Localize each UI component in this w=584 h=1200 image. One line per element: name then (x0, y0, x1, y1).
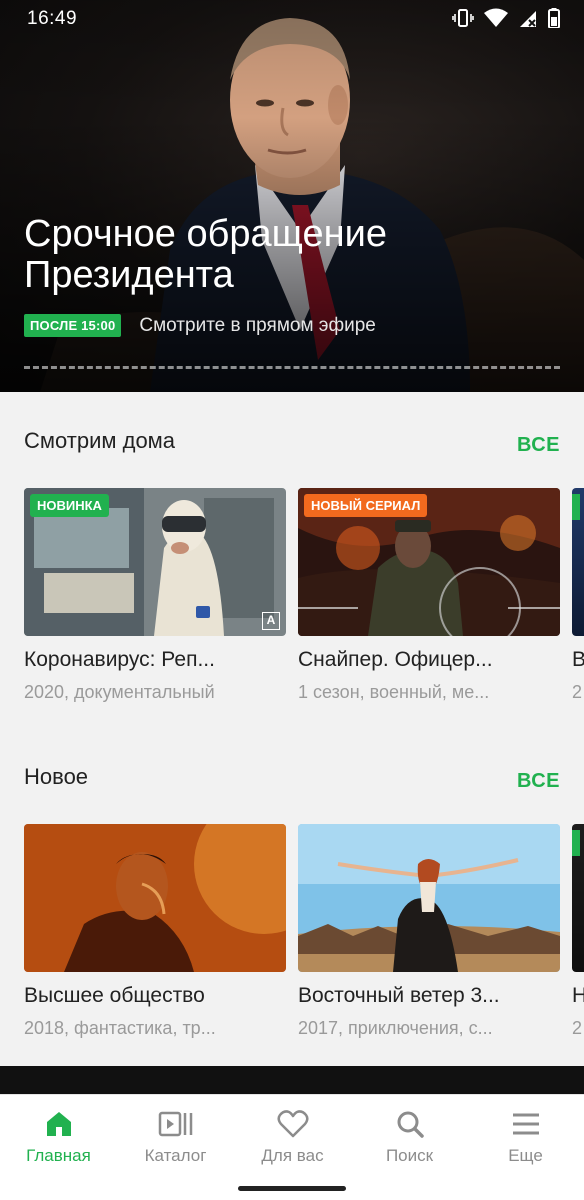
section-title: Смотрим дома (24, 428, 176, 453)
menu-icon (512, 1113, 539, 1135)
home-gesture-bar[interactable] (238, 1186, 346, 1191)
vibrate-icon (452, 9, 474, 27)
home-icon (46, 1112, 71, 1136)
next-card-title: В (572, 648, 584, 671)
signal-icon (520, 11, 536, 27)
card-badge: НОВЫЙ СЕРИАЛ (304, 494, 428, 517)
card-thumbnail: НОВИНКА A (24, 488, 286, 636)
nav-item-search[interactable]: Поиск (351, 1095, 468, 1175)
hero-title-line2: Президента (24, 254, 234, 296)
age-rating-mark: A (262, 612, 280, 630)
see-all-button[interactable]: ВСЕ (517, 434, 560, 457)
nav-label: Каталог (144, 1146, 207, 1165)
search-icon (397, 1111, 424, 1138)
battery-icon (548, 8, 560, 28)
status-bar: 16:49 (0, 0, 584, 38)
heart-icon (276, 1110, 309, 1138)
hero-banner[interactable]: 16:49 Срочное обращение Президента ПОСЛЕ… (0, 0, 584, 392)
thumbnail-image (24, 824, 286, 972)
next-card-title: Н (572, 984, 584, 1007)
nav-label: Главная (26, 1146, 91, 1165)
nav-label: Еще (508, 1146, 543, 1165)
card-meta: 2020, документальный (24, 682, 215, 702)
carousel-page-indicator (24, 366, 560, 369)
next-card-thumbnail[interactable] (572, 488, 584, 636)
section-watch-at-home: Смотрим дома ВСЕ НОВИНКА A Коронавирус: … (0, 392, 584, 722)
next-card-meta: 2 (572, 682, 583, 702)
card-title: Высшее общество (24, 984, 205, 1007)
nav-item-home[interactable]: Главная (0, 1095, 117, 1175)
hero-subtitle: Смотрите в прямом эфире (139, 314, 376, 336)
card-thumbnail (24, 824, 286, 972)
card-title: Восточный ветер 3... (298, 984, 500, 1007)
status-time: 16:49 (27, 8, 78, 29)
hero-title-line1: Срочное обращение (24, 213, 387, 255)
card-meta: 2017, приключения, с... (298, 1018, 493, 1038)
next-card-thumbnail[interactable] (572, 824, 584, 972)
card-meta: 1 сезон, военный, ме... (298, 682, 490, 702)
card-title: Коронавирус: Реп... (24, 648, 215, 671)
section-title: Новое (24, 764, 89, 789)
status-icons (452, 8, 560, 28)
hero-meta: ПОСЛЕ 15:00 Смотрите в прямом эфире (24, 314, 376, 337)
nav-label: Для вас (261, 1146, 324, 1165)
card-title: Снайпер. Офицер... (298, 648, 493, 671)
live-time-badge: ПОСЛЕ 15:00 (24, 314, 122, 337)
catalog-icon (158, 1111, 192, 1137)
nav-item-catalog[interactable]: Каталог (117, 1095, 234, 1175)
nav-item-more[interactable]: Еще (467, 1095, 584, 1175)
card-thumbnail (298, 824, 560, 972)
next-section-preview (0, 1066, 584, 1094)
bottom-navigation: Главная Каталог Для вас Поиск Еще (0, 1094, 584, 1200)
card-meta: 2018, фантастика, тр... (24, 1018, 216, 1038)
next-card-meta: 2 (572, 1018, 583, 1038)
nav-item-for-you[interactable]: Для вас (234, 1095, 351, 1175)
hero-title: Срочное обращение Президента (24, 214, 544, 296)
wifi-icon (484, 8, 508, 27)
card-badge: НОВИНКА (30, 494, 109, 517)
thumbnail-image (298, 824, 560, 972)
card-thumbnail: НОВЫЙ СЕРИАЛ (298, 488, 560, 636)
section-new: Новое ВСЕ Высшее общество 2018, фантасти… (0, 728, 584, 1066)
see-all-button[interactable]: ВСЕ (517, 770, 560, 793)
nav-label: Поиск (385, 1146, 434, 1165)
